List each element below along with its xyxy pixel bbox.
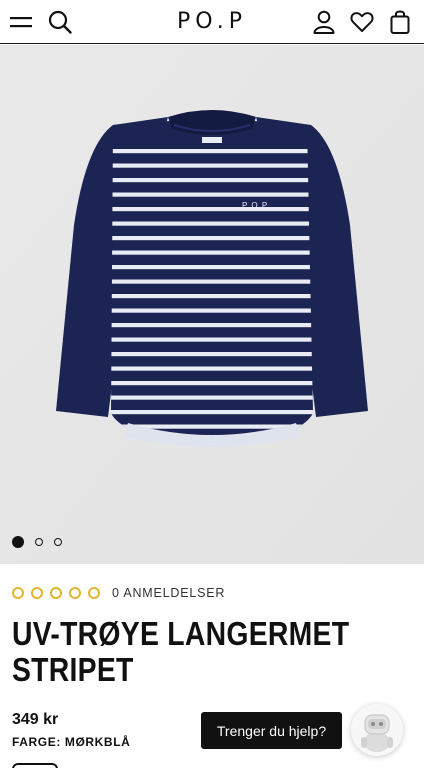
garment-stripe <box>111 381 313 386</box>
product-gallery[interactable]: P O.P <box>0 45 424 564</box>
garment-stripe <box>111 395 313 400</box>
garment-stripe <box>111 410 313 415</box>
garment-stripe <box>111 178 313 183</box>
product-title-line-1: UV-TRØYE LANGERMET <box>12 615 350 652</box>
garment-stripe <box>111 337 313 342</box>
bag-icon <box>390 10 410 34</box>
garment-stripe <box>111 192 313 197</box>
garment-stripe <box>111 308 313 313</box>
product-image[interactable]: P O.P <box>0 45 424 564</box>
rating-star-icon <box>88 587 100 599</box>
rating-star-icon <box>12 587 24 599</box>
garment-stripe <box>111 323 313 328</box>
garment-stripe <box>111 265 313 270</box>
garment-stripe <box>111 352 313 357</box>
wishlist-button[interactable] <box>346 6 378 38</box>
product-price: 349 kr <box>12 711 59 728</box>
chat-assistant-avatar[interactable] <box>351 704 403 756</box>
rating-star-icon <box>31 587 43 599</box>
garment-stripe <box>111 294 313 299</box>
garment-stripe <box>111 236 313 241</box>
rating-star-icon <box>50 587 62 599</box>
gallery-dot-3[interactable] <box>54 538 62 546</box>
product-title-line-2: STRIPET <box>12 651 134 688</box>
gallery-dot-1[interactable] <box>12 536 24 548</box>
help-button[interactable]: Trenger du hjelp? <box>201 712 342 749</box>
color-swatch-button[interactable] <box>12 763 58 768</box>
stripe-pattern <box>111 149 313 444</box>
product-title: UV-TRØYE LANGERMET STRIPET <box>12 616 356 688</box>
garment-stripe <box>111 250 313 255</box>
rating-star-icon <box>69 587 81 599</box>
gallery-pagination <box>12 535 73 549</box>
garment-stripe <box>111 279 313 284</box>
account-icon <box>313 10 335 34</box>
svg-text:P O.P: P O.P <box>242 201 268 210</box>
robot-assistant-icon <box>351 704 403 756</box>
garment-stripe <box>111 221 313 226</box>
cart-button[interactable] <box>384 6 416 38</box>
garment-stripe <box>111 163 313 168</box>
rating-summary: 0 ANMELDELSER <box>12 584 225 602</box>
logo-link[interactable]: PO.P <box>177 9 247 34</box>
account-button[interactable] <box>308 6 340 38</box>
product-color: FARGE: MØRKBLÅ <box>12 735 131 749</box>
reviews-link[interactable]: 0 ANMELDELSER <box>112 586 225 600</box>
gallery-dot-2[interactable] <box>35 538 43 546</box>
garment-stripe <box>111 207 313 212</box>
site-header: PO.P <box>0 0 424 44</box>
heart-icon <box>350 12 374 32</box>
garment-stripe <box>111 366 313 371</box>
garment-stripe <box>111 149 313 154</box>
